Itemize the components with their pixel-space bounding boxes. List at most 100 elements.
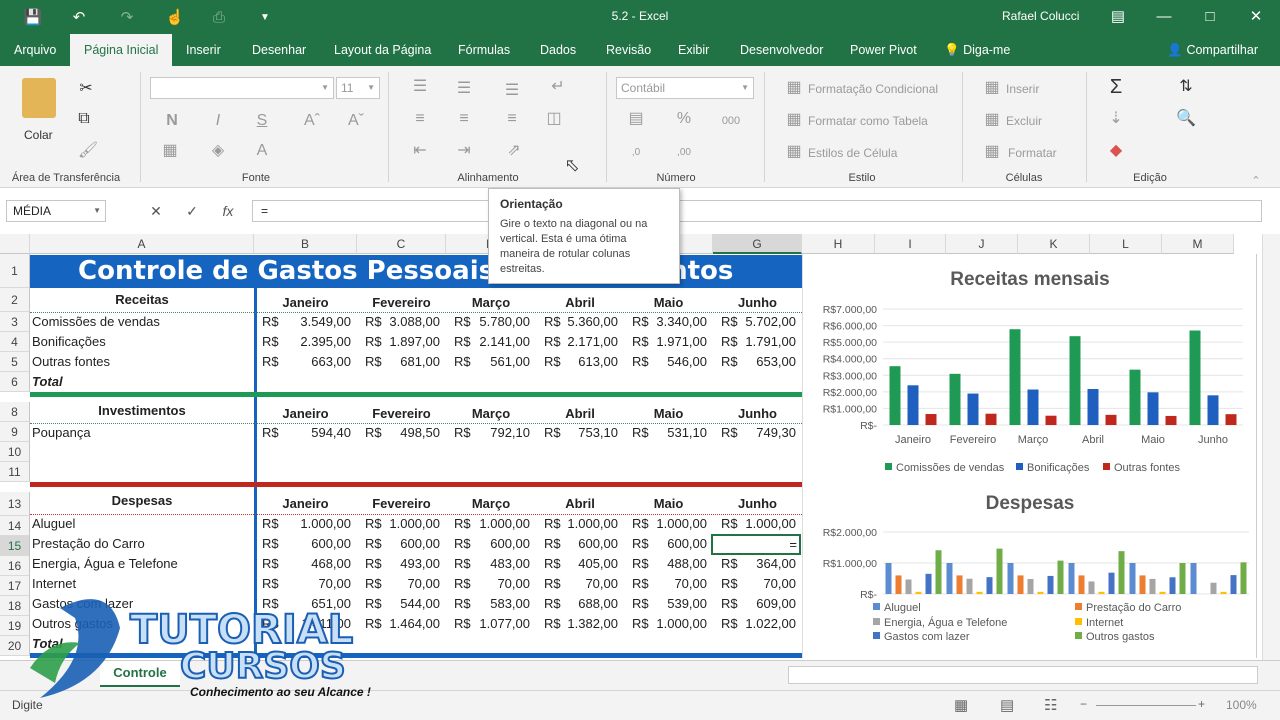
- money-value[interactable]: 483,00: [468, 556, 530, 571]
- paste-label[interactable]: Colar: [24, 128, 53, 142]
- increase-font-icon[interactable]: Aˆ: [300, 110, 324, 132]
- row-header[interactable]: 16: [0, 556, 30, 576]
- share-button[interactable]: 👤 Compartilhar: [1157, 38, 1268, 62]
- minimize-button[interactable]: —: [1150, 5, 1178, 29]
- row-label[interactable]: Comissões de vendas: [32, 314, 252, 329]
- section-title-receitas[interactable]: Receitas: [30, 292, 254, 307]
- insert-cells-icon[interactable]: ▦: [980, 77, 1004, 99]
- month-header[interactable]: Junho: [713, 496, 802, 511]
- money-value[interactable]: 70,00: [379, 576, 440, 591]
- cell-styles-button[interactable]: Estilos de Célula: [808, 146, 897, 160]
- money-value[interactable]: 600,00: [276, 536, 351, 551]
- decrease-decimal-icon[interactable]: ,00: [672, 142, 696, 164]
- decrease-indent-icon[interactable]: ⇤: [408, 140, 432, 162]
- format-painter-icon[interactable]: 🖌: [76, 140, 100, 162]
- align-center-icon[interactable]: ≡: [452, 108, 476, 130]
- month-header[interactable]: Abril: [536, 406, 624, 421]
- tab-arquivo[interactable]: Arquivo: [0, 34, 70, 66]
- italic-icon[interactable]: I: [206, 110, 230, 132]
- row-header[interactable]: 9: [0, 422, 30, 442]
- number-format-dropdown[interactable]: Contábil ▼: [616, 77, 754, 99]
- align-left-icon[interactable]: ≡: [408, 108, 432, 130]
- percent-icon[interactable]: %: [672, 108, 696, 130]
- month-header[interactable]: Fevereiro: [357, 406, 446, 421]
- money-value[interactable]: 600,00: [646, 536, 707, 551]
- format-cells-button[interactable]: Formatar: [1008, 146, 1057, 160]
- page-layout-icon[interactable]: ▤: [1000, 696, 1014, 714]
- month-header[interactable]: Março: [446, 295, 536, 310]
- enter-icon[interactable]: ✓: [180, 200, 204, 222]
- money-value[interactable]: 600,00: [558, 536, 618, 551]
- autosum-icon[interactable]: Σ: [1104, 76, 1128, 98]
- money-value[interactable]: 653,00: [735, 354, 796, 369]
- touch-mode-icon[interactable]: ☝: [164, 6, 186, 28]
- cell-styles-icon[interactable]: ▦: [782, 141, 806, 163]
- column-header[interactable]: I: [875, 234, 946, 254]
- month-header[interactable]: Março: [446, 496, 536, 511]
- money-value[interactable]: 70,00: [735, 576, 796, 591]
- print-preview-icon[interactable]: ⎙: [208, 6, 230, 28]
- format-table-icon[interactable]: ▦: [782, 109, 806, 131]
- money-value[interactable]: 792,10: [468, 425, 530, 440]
- delete-cells-icon[interactable]: ▦: [980, 109, 1004, 131]
- row-header[interactable]: 13: [0, 492, 30, 516]
- money-value[interactable]: 609,00: [735, 596, 796, 611]
- sort-filter-icon[interactable]: ⇅: [1174, 76, 1198, 98]
- month-header[interactable]: Maio: [624, 496, 713, 511]
- money-value[interactable]: 1.000,00: [735, 516, 796, 531]
- tab-dados[interactable]: Dados: [526, 34, 590, 66]
- page-break-icon[interactable]: ☷: [1044, 696, 1057, 714]
- align-right-icon[interactable]: ≡: [500, 108, 524, 130]
- money-value[interactable]: 5.702,00: [735, 314, 796, 329]
- money-value[interactable]: 600,00: [379, 536, 440, 551]
- money-value[interactable]: 1.000,00: [646, 516, 707, 531]
- bold-icon[interactable]: N: [160, 110, 184, 132]
- merge-center-icon[interactable]: ◫: [542, 108, 566, 130]
- money-value[interactable]: 600,00: [468, 536, 530, 551]
- money-value[interactable]: 70,00: [646, 576, 707, 591]
- money-value[interactable]: 544,00: [379, 596, 440, 611]
- money-value[interactable]: 749,30: [735, 425, 796, 440]
- tab-revisao[interactable]: Revisão: [592, 34, 665, 66]
- select-all-corner[interactable]: [0, 234, 30, 254]
- money-value[interactable]: 583,00: [468, 596, 530, 611]
- section-title-despesas[interactable]: Despesas: [30, 493, 254, 508]
- column-header[interactable]: B: [254, 234, 357, 254]
- paste-icon[interactable]: [22, 78, 56, 118]
- money-value[interactable]: 3.340,00: [646, 314, 707, 329]
- money-value[interactable]: 1.000,00: [468, 516, 530, 531]
- delete-cells-button[interactable]: Excluir: [1006, 114, 1042, 128]
- money-value[interactable]: 364,00: [735, 556, 796, 571]
- column-header[interactable]: G: [713, 234, 802, 254]
- row-header[interactable]: 10: [0, 442, 30, 462]
- align-middle-icon[interactable]: ☰: [452, 78, 476, 100]
- money-value[interactable]: 1.382,00: [558, 616, 618, 631]
- row-header[interactable]: 5: [0, 352, 30, 372]
- money-value[interactable]: 1.000,00: [276, 516, 351, 531]
- money-value[interactable]: 493,00: [379, 556, 440, 571]
- conditional-formatting-icon[interactable]: ▦: [782, 77, 806, 99]
- row-label[interactable]: Bonificações: [32, 334, 252, 349]
- name-box[interactable]: MÉDIA ▼: [6, 200, 106, 222]
- money-value[interactable]: 3.549,00: [276, 314, 351, 329]
- money-value[interactable]: 561,00: [468, 354, 530, 369]
- borders-icon[interactable]: ▦: [158, 140, 182, 162]
- money-value[interactable]: 753,10: [558, 425, 618, 440]
- horizontal-scrollbar[interactable]: [788, 666, 1258, 684]
- insert-cells-button[interactable]: Inserir: [1006, 82, 1039, 96]
- customize-toolbar-icon[interactable]: ▼: [254, 6, 276, 28]
- format-cells-icon[interactable]: ▦: [980, 141, 1004, 163]
- row-label[interactable]: Poupança: [32, 425, 252, 440]
- money-value[interactable]: 1.000,00: [646, 616, 707, 631]
- month-header[interactable]: Fevereiro: [357, 496, 446, 511]
- thousands-separator-icon[interactable]: 000: [716, 110, 746, 132]
- money-value[interactable]: 3.088,00: [379, 314, 440, 329]
- increase-decimal-icon[interactable]: ,0: [624, 142, 648, 164]
- formula-input[interactable]: =: [252, 200, 1262, 222]
- money-value[interactable]: 5.360,00: [558, 314, 618, 329]
- row-header[interactable]: 14: [0, 516, 30, 536]
- money-value[interactable]: 405,00: [558, 556, 618, 571]
- month-header[interactable]: Janeiro: [254, 295, 357, 310]
- column-header[interactable]: H: [802, 234, 875, 254]
- money-value[interactable]: 468,00: [276, 556, 351, 571]
